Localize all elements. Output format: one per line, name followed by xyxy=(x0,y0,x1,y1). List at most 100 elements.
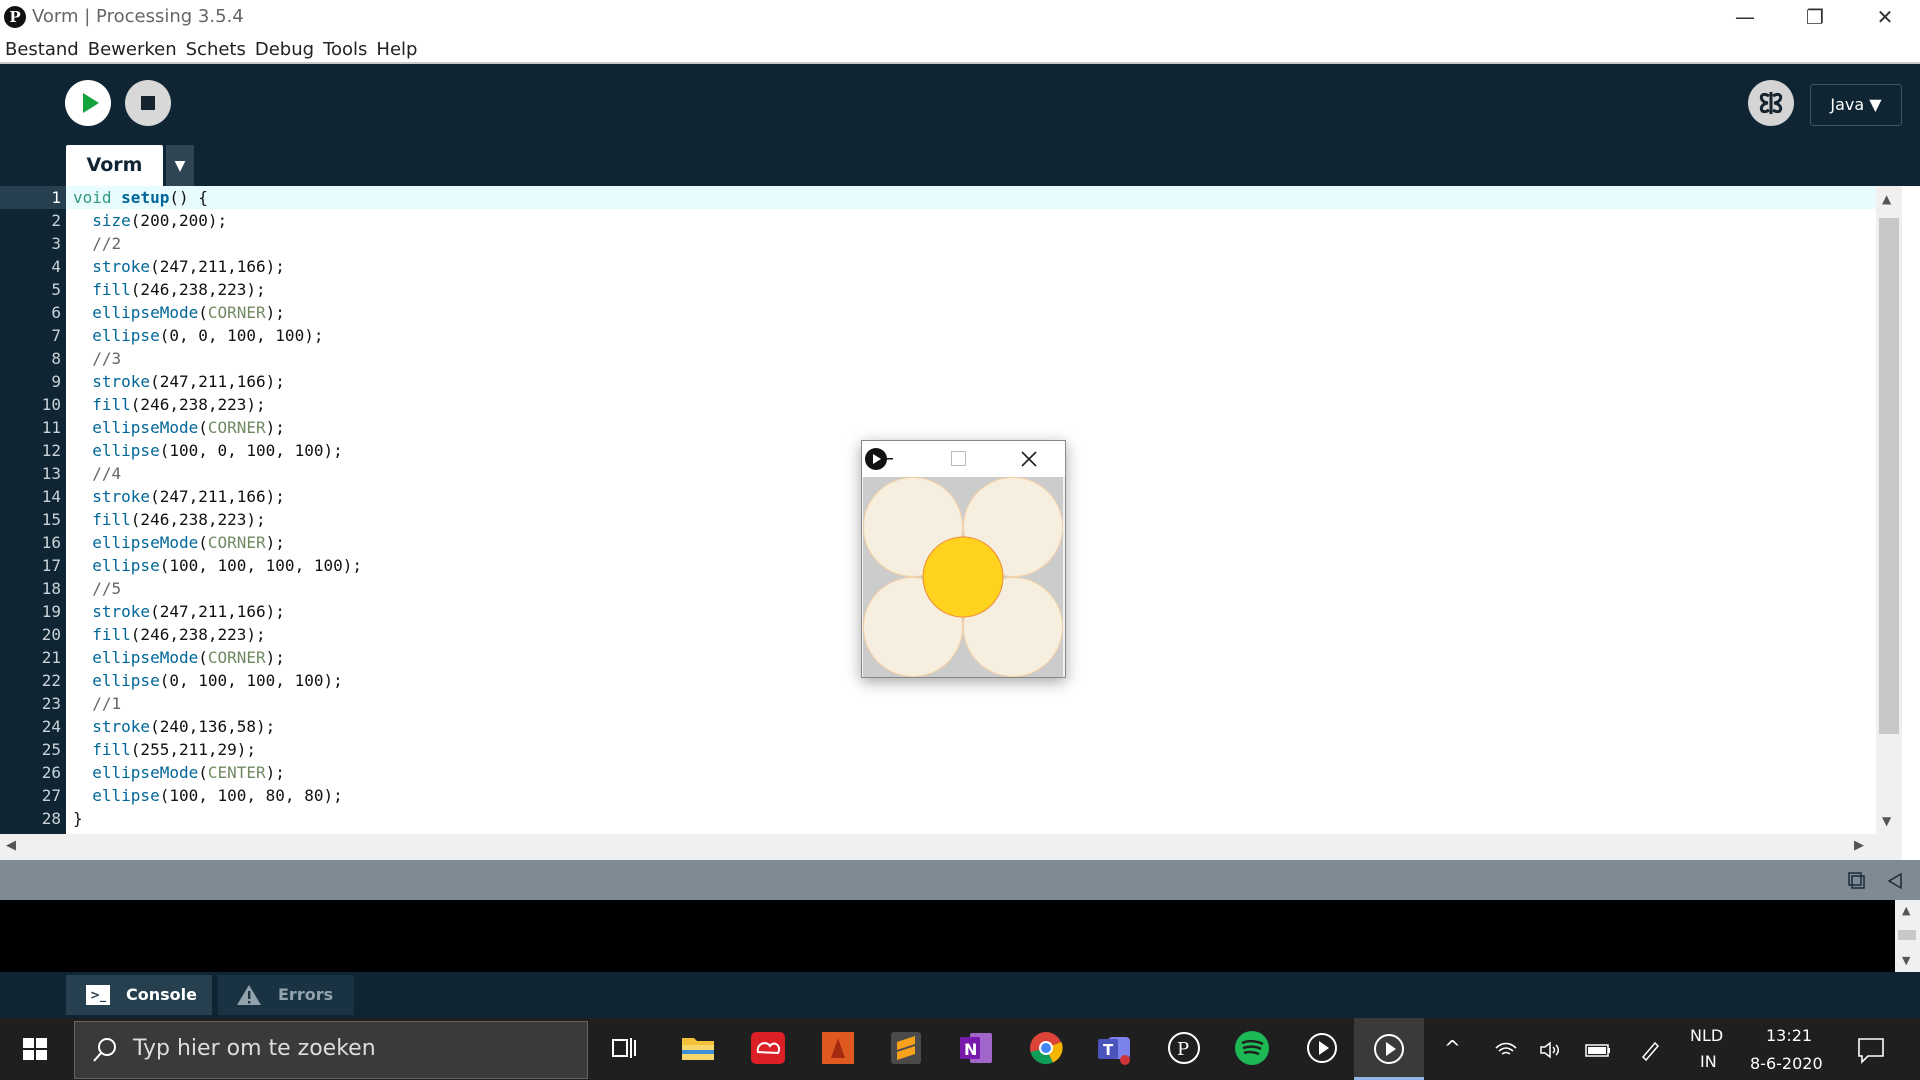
code-line: //5 xyxy=(92,579,122,598)
code-line: stroke(247,211,166); xyxy=(92,257,285,276)
code-line: fill(246,238,223); xyxy=(92,395,266,414)
scroll-right-icon[interactable]: ▶ xyxy=(1854,838,1864,853)
scroll-down-icon[interactable]: ▼ xyxy=(1882,814,1891,828)
media-player-icon[interactable] xyxy=(1302,1028,1342,1068)
sketch-output-window[interactable] xyxy=(861,440,1066,678)
code-line: fill(246,238,223); xyxy=(92,510,266,529)
menu-debug[interactable]: Debug xyxy=(250,36,318,60)
sketch-run-taskbar-icon xyxy=(1374,1034,1404,1064)
input-mode[interactable]: IN xyxy=(1700,1052,1717,1071)
line-number: 28 xyxy=(41,809,61,828)
teams-icon[interactable]: T xyxy=(1094,1028,1134,1068)
active-sketch-taskbar-item[interactable] xyxy=(1354,1018,1424,1080)
run-button[interactable] xyxy=(65,80,111,126)
svg-text:T: T xyxy=(1103,1041,1114,1059)
wifi-icon[interactable] xyxy=(1494,1040,1518,1060)
line-number: 13 xyxy=(41,464,61,483)
line-number: 14 xyxy=(41,487,61,506)
file-explorer-icon[interactable] xyxy=(678,1028,718,1068)
menu-schets[interactable]: Schets xyxy=(181,36,250,60)
code-line: fill(255,211,29); xyxy=(92,740,257,759)
clock-time[interactable]: 13:21 xyxy=(1766,1026,1812,1045)
code-line: //3 xyxy=(92,349,122,368)
pen-ink-icon[interactable] xyxy=(1638,1038,1662,1062)
close-button[interactable]: ✕ xyxy=(1850,0,1920,36)
line-number: 21 xyxy=(41,648,61,667)
show-hidden-icons[interactable]: ^ xyxy=(1444,1036,1461,1060)
line-number: 23 xyxy=(41,694,61,713)
input-language[interactable]: NLD xyxy=(1690,1026,1723,1045)
code-line: fill(246,238,223); xyxy=(92,625,266,644)
menu-bewerken[interactable]: Bewerken xyxy=(83,36,181,60)
battery-icon[interactable] xyxy=(1584,1040,1612,1060)
code-line: stroke(247,211,166); xyxy=(92,372,285,391)
status-bar xyxy=(0,860,1920,900)
toolbar xyxy=(0,64,1920,186)
line-number: 5 xyxy=(51,280,61,299)
line-number: 16 xyxy=(41,533,61,552)
code-line: stroke(240,136,58); xyxy=(92,717,276,736)
code-line: void setup() { xyxy=(73,188,208,207)
menu-help[interactable]: Help xyxy=(371,36,421,60)
console-output[interactable] xyxy=(0,900,1895,972)
processing-run-icon xyxy=(865,448,893,470)
adobe-creative-cloud-icon[interactable] xyxy=(748,1028,788,1068)
debug-butterfly-icon xyxy=(1759,92,1783,114)
line-number: 15 xyxy=(41,510,61,529)
code-line: //2 xyxy=(92,234,122,253)
console-scroll-down-icon[interactable]: ▼ xyxy=(1902,954,1910,967)
sublime-text-icon[interactable] xyxy=(886,1028,926,1068)
console-scrollbar[interactable]: ▲ ▼ xyxy=(1895,900,1920,972)
menu-bestand[interactable]: Bestand xyxy=(0,36,83,60)
code-line: stroke(247,211,166); xyxy=(92,487,285,506)
sketch-close-button[interactable] xyxy=(1020,450,1038,468)
menu-tools[interactable]: Tools xyxy=(318,36,371,60)
processing-taskbar-icon[interactable]: P xyxy=(1164,1028,1204,1068)
console-scroll-thumb[interactable] xyxy=(1898,930,1916,940)
spotify-icon[interactable] xyxy=(1232,1028,1272,1068)
mode-selector[interactable]: Java ▼ xyxy=(1810,84,1902,126)
collapse-console-icon[interactable] xyxy=(1886,872,1904,890)
console-icon: >_ xyxy=(86,985,110,1005)
code-line: ellipseMode(CENTER); xyxy=(92,763,285,782)
console-scroll-up-icon[interactable]: ▲ xyxy=(1902,904,1910,917)
sketch-maximize-button[interactable] xyxy=(951,451,966,466)
code-line: size(200,200); xyxy=(92,211,228,230)
scroll-left-icon[interactable]: ◀ xyxy=(6,838,16,853)
editor-horizontal-scrollbar[interactable]: ◀ ▶ xyxy=(0,834,1902,860)
tab-console[interactable]: >_ Console xyxy=(66,975,212,1015)
line-number: 26 xyxy=(41,763,61,782)
menu-bar: Bestand Bewerken Schets Debug Tools Help xyxy=(0,36,1920,64)
clock-date[interactable]: 8-6-2020 xyxy=(1750,1054,1823,1073)
minimize-button[interactable]: — xyxy=(1710,0,1780,36)
line-number: 3 xyxy=(51,234,61,253)
line-number: 8 xyxy=(51,349,61,368)
autodesk-app-icon[interactable] xyxy=(818,1028,858,1068)
code-line: ellipseMode(CORNER); xyxy=(92,303,285,322)
tab-errors[interactable]: Errors xyxy=(218,975,354,1015)
task-view-icon[interactable] xyxy=(604,1028,644,1068)
tab-vorm[interactable]: Vorm xyxy=(66,145,163,186)
stop-button[interactable] xyxy=(125,80,171,126)
debug-button[interactable] xyxy=(1748,80,1794,126)
code-line: //4 xyxy=(92,464,122,483)
search-icon xyxy=(93,1038,116,1062)
onenote-icon[interactable]: N xyxy=(956,1028,996,1068)
restore-button[interactable]: ❐ xyxy=(1780,0,1850,36)
line-number: 22 xyxy=(41,671,61,690)
chrome-icon[interactable] xyxy=(1026,1028,1066,1068)
search-placeholder: Typ hier om te zoeken xyxy=(133,1036,376,1061)
sketch-title-bar xyxy=(862,441,1065,477)
code-line: ellipse(0, 100, 100, 100); xyxy=(92,671,343,690)
editor-scroll-thumb[interactable] xyxy=(1879,218,1899,734)
tab-menu-button[interactable]: ▼ xyxy=(166,145,194,186)
scroll-up-icon[interactable]: ▲ xyxy=(1882,192,1891,206)
line-number: 18 xyxy=(41,579,61,598)
windows-start-icon[interactable] xyxy=(0,1018,70,1080)
copy-console-icon[interactable] xyxy=(1846,870,1866,890)
volume-icon[interactable] xyxy=(1538,1040,1562,1060)
tab-errors-label: Errors xyxy=(278,985,334,1004)
action-center-icon[interactable] xyxy=(1856,1036,1886,1064)
taskbar-search-box[interactable]: Typ hier om te zoeken xyxy=(74,1021,588,1079)
svg-text:P: P xyxy=(1177,1039,1189,1060)
